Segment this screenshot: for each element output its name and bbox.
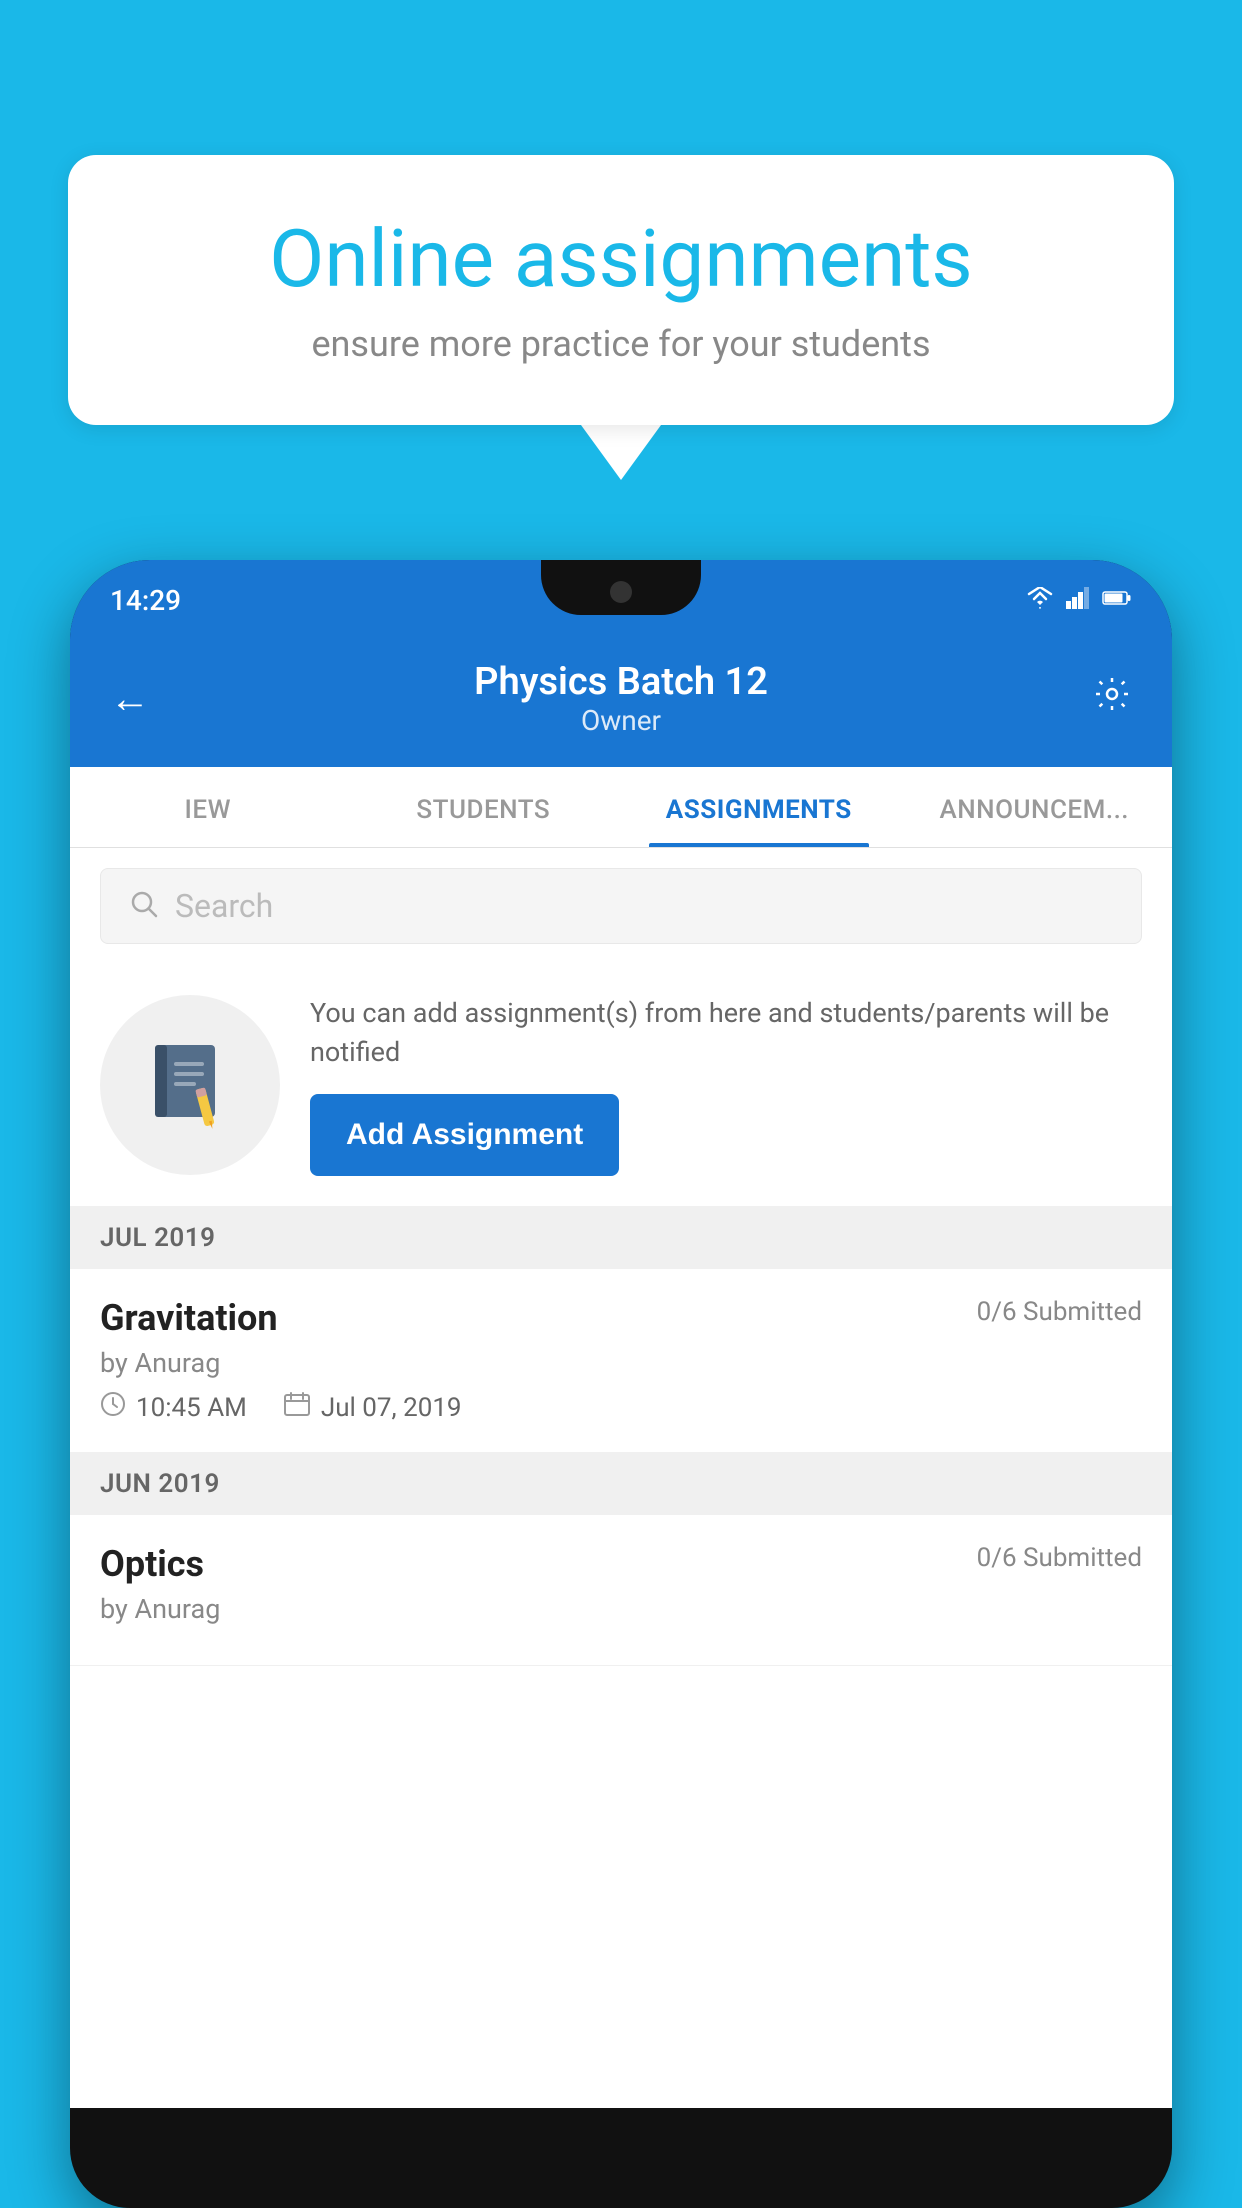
assignment-date: Jul 07, 2019 (283, 1391, 462, 1424)
assignment-submitted: 0/6 Submitted (977, 1297, 1142, 1327)
date-value: Jul 07, 2019 (321, 1393, 462, 1423)
assignment-name: Gravitation (100, 1297, 278, 1339)
add-assignment-button[interactable]: Add Assignment (310, 1094, 619, 1176)
assignment-name-optics: Optics (100, 1543, 204, 1585)
phone-frame: 14:29 (70, 560, 1172, 2208)
notch (541, 560, 701, 615)
app-header: ← Physics Batch 12 Owner (70, 640, 1172, 767)
speech-bubble-subtitle: ensure more practice for your students (138, 323, 1104, 365)
page-subtitle: Owner (474, 704, 768, 737)
tab-iew[interactable]: IEW (70, 767, 346, 847)
promo-description: You can add assignment(s) from here and … (310, 994, 1142, 1072)
header-title-group: Physics Batch 12 Owner (474, 660, 768, 737)
tab-bar: IEW STUDENTS ASSIGNMENTS ANNOUNCEM... (70, 767, 1172, 848)
assignment-author-optics: by Anurag (100, 1593, 1142, 1625)
assignment-top-row-optics: Optics 0/6 Submitted (100, 1543, 1142, 1585)
page-title: Physics Batch 12 (474, 660, 768, 704)
status-bar: 14:29 (70, 560, 1172, 640)
assignment-time: 10:45 AM (100, 1391, 247, 1424)
assignment-item-optics[interactable]: Optics 0/6 Submitted by Anurag (70, 1515, 1172, 1666)
assignment-item-gravitation[interactable]: Gravitation 0/6 Submitted by Anurag 10:4… (70, 1269, 1172, 1453)
signal-icon (1066, 587, 1090, 613)
search-bar[interactable]: Search (100, 868, 1142, 944)
speech-bubble-arrow (581, 425, 661, 480)
speech-bubble-section: Online assignments ensure more practice … (68, 155, 1174, 480)
tab-announcements[interactable]: ANNOUNCEM... (897, 767, 1173, 847)
battery-icon (1102, 589, 1132, 611)
status-icons (1026, 587, 1132, 613)
section-header-jul: JUL 2019 (70, 1207, 1172, 1269)
speech-bubble-title: Online assignments (138, 215, 1104, 303)
assignment-author: by Anurag (100, 1347, 1142, 1379)
settings-button[interactable] (1092, 674, 1132, 724)
assignment-top-row: Gravitation 0/6 Submitted (100, 1297, 1142, 1339)
promo-content: You can add assignment(s) from here and … (310, 994, 1142, 1176)
assignment-meta: 10:45 AM Jul 07, 2019 (100, 1391, 1142, 1424)
tab-assignments[interactable]: ASSIGNMENTS (621, 767, 897, 847)
search-placeholder: Search (175, 887, 273, 925)
status-time: 14:29 (110, 584, 181, 617)
time-value: 10:45 AM (136, 1393, 247, 1423)
assignment-submitted-optics: 0/6 Submitted (977, 1543, 1142, 1573)
notebook-icon (150, 1040, 230, 1130)
search-icon (129, 889, 159, 923)
clock-icon (100, 1391, 126, 1424)
assignment-icon-circle (100, 995, 280, 1175)
wifi-icon (1026, 587, 1054, 613)
speech-bubble: Online assignments ensure more practice … (68, 155, 1174, 425)
section-header-jun: JUN 2019 (70, 1453, 1172, 1515)
calendar-icon (283, 1391, 311, 1424)
back-button[interactable]: ← (110, 675, 150, 722)
promo-section: You can add assignment(s) from here and … (70, 964, 1172, 1207)
phone-screen: ← Physics Batch 12 Owner IEW STUDENTS AS… (70, 640, 1172, 2108)
tab-students[interactable]: STUDENTS (346, 767, 622, 847)
camera (610, 581, 632, 603)
search-bar-container: Search (70, 848, 1172, 964)
